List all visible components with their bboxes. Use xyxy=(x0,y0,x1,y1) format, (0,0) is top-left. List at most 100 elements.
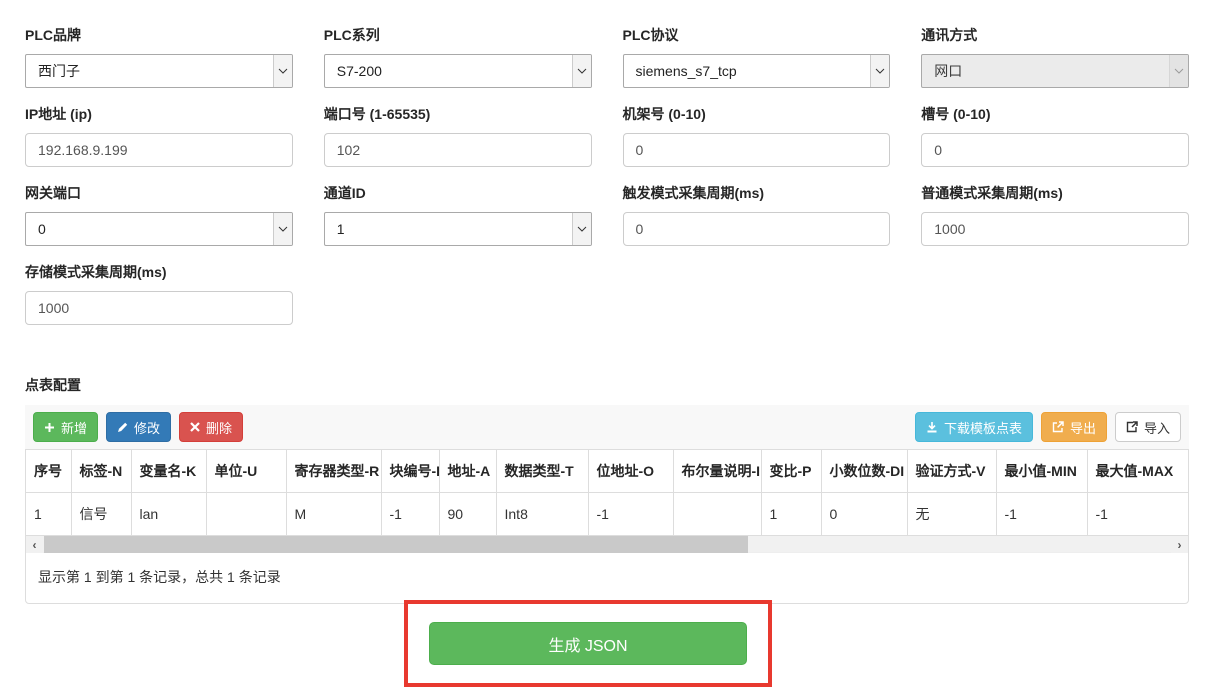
chevron-down-icon xyxy=(572,55,591,87)
table-cell: 0 xyxy=(821,493,907,536)
ip-address-input[interactable] xyxy=(25,133,293,167)
import-button[interactable]: 导入 xyxy=(1115,412,1181,442)
plc-brand-label: PLC品牌 xyxy=(25,23,293,54)
pencil-icon xyxy=(117,422,128,433)
scroll-left-icon[interactable]: ‹ xyxy=(26,536,43,553)
table-cell: 1 xyxy=(761,493,821,536)
slot-number-input[interactable] xyxy=(921,133,1189,167)
port-input[interactable] xyxy=(324,133,592,167)
delete-button[interactable]: 删除 xyxy=(179,412,243,442)
point-table-title: 点表配置 xyxy=(25,375,1189,395)
column-header[interactable]: 块编号-B xyxy=(381,450,439,493)
field-port: 端口号 (1-65535) xyxy=(324,102,592,167)
table-cell: 信号 xyxy=(71,493,131,536)
rack-number-input[interactable] xyxy=(623,133,891,167)
normal-cycle-label: 普通模式采集周期(ms) xyxy=(921,181,1189,212)
import-icon xyxy=(1126,421,1138,433)
table-cell: 1 xyxy=(26,493,71,536)
generate-json-button[interactable]: 生成 JSON xyxy=(429,622,747,665)
comm-mode-label: 通讯方式 xyxy=(921,23,1189,54)
field-trigger-cycle: 触发模式采集周期(ms) xyxy=(623,181,891,246)
table-cell: 90 xyxy=(439,493,496,536)
field-slot-number: 槽号 (0-10) xyxy=(921,102,1189,167)
pagination-info: 显示第 1 到第 1 条记录，总共 1 条记录 xyxy=(26,553,1188,603)
plus-icon xyxy=(44,422,55,433)
field-normal-cycle: 普通模式采集周期(ms) xyxy=(921,181,1189,246)
table-row[interactable]: 1信号lanM-190Int8-110无-1-1 xyxy=(26,493,1188,536)
chevron-down-icon xyxy=(1169,55,1188,87)
normal-cycle-input[interactable] xyxy=(921,212,1189,246)
field-storage-cycle: 存储模式采集周期(ms) xyxy=(25,260,293,325)
table-cell: M xyxy=(286,493,381,536)
column-header[interactable]: 最大值-MAX xyxy=(1087,450,1188,493)
ip-address-label: IP地址 (ip) xyxy=(25,102,293,133)
column-header[interactable]: 最小值-MIN xyxy=(996,450,1087,493)
plc-config-form: PLC品牌 西门子 PLC系列 S7-200 PLC协议 siemens_s7_… xyxy=(25,23,1189,339)
column-header[interactable]: 地址-A xyxy=(439,450,496,493)
chevron-down-icon xyxy=(572,213,591,245)
channel-id-label: 通道ID xyxy=(324,181,592,212)
table-cell: Int8 xyxy=(496,493,588,536)
comm-mode-select: 网口 xyxy=(921,54,1189,88)
chevron-down-icon xyxy=(870,55,889,87)
plc-series-label: PLC系列 xyxy=(324,23,592,54)
table-body: 1信号lanM-190Int8-110无-1-1 xyxy=(26,493,1188,536)
field-gateway-port: 网关端口 0 xyxy=(25,181,293,246)
download-template-button[interactable]: 下载模板点表 xyxy=(915,412,1033,442)
column-header[interactable]: 验证方式-V xyxy=(907,450,996,493)
table-cell: -1 xyxy=(996,493,1087,536)
plc-protocol-label: PLC协议 xyxy=(623,23,891,54)
column-header[interactable]: 变比-P xyxy=(761,450,821,493)
scroll-right-icon[interactable]: › xyxy=(1171,536,1188,553)
point-table: 序号标签-N变量名-K单位-U寄存器类型-R块编号-B地址-A数据类型-T位地址… xyxy=(26,450,1188,536)
storage-cycle-label: 存储模式采集周期(ms) xyxy=(25,260,293,291)
edit-button[interactable]: 修改 xyxy=(106,412,171,442)
field-plc-brand: PLC品牌 西门子 xyxy=(25,23,293,88)
table-cell: 无 xyxy=(907,493,996,536)
column-header[interactable]: 小数位数-DI xyxy=(821,450,907,493)
red-annotation-box: 生成 JSON xyxy=(404,600,772,687)
table-cell: lan xyxy=(131,493,206,536)
chevron-down-icon xyxy=(273,213,292,245)
toolbar-right-group: 下载模板点表 导出 导入 xyxy=(915,412,1181,442)
bottom-section: 生成 JSON xyxy=(25,600,1189,695)
plc-config-page: PLC品牌 西门子 PLC系列 S7-200 PLC协议 siemens_s7_… xyxy=(0,0,1214,695)
column-header[interactable]: 变量名-K xyxy=(131,450,206,493)
field-comm-mode: 通讯方式 网口 xyxy=(921,23,1189,88)
channel-id-select[interactable]: 1 xyxy=(324,212,592,246)
field-ip-address: IP地址 (ip) xyxy=(25,102,293,167)
column-header[interactable]: 序号 xyxy=(26,450,71,493)
chevron-down-icon xyxy=(273,55,292,87)
table-cell: -1 xyxy=(588,493,673,536)
rack-number-label: 机架号 (0-10) xyxy=(623,102,891,133)
field-plc-protocol: PLC协议 siemens_s7_tcp xyxy=(623,23,891,88)
storage-cycle-input[interactable] xyxy=(25,291,293,325)
table-cell: -1 xyxy=(1087,493,1188,536)
trigger-cycle-input[interactable] xyxy=(623,212,891,246)
column-header[interactable]: 寄存器类型-R xyxy=(286,450,381,493)
table-cell xyxy=(673,493,761,536)
export-icon xyxy=(1052,421,1064,433)
port-label: 端口号 (1-65535) xyxy=(324,102,592,133)
column-header[interactable]: 位地址-O xyxy=(588,450,673,493)
plc-brand-select[interactable]: 西门子 xyxy=(25,54,293,88)
field-channel-id: 通道ID 1 xyxy=(324,181,592,246)
table-header-row: 序号标签-N变量名-K单位-U寄存器类型-R块编号-B地址-A数据类型-T位地址… xyxy=(26,450,1188,493)
plc-series-select[interactable]: S7-200 xyxy=(324,54,592,88)
gateway-port-select[interactable]: 0 xyxy=(25,212,293,246)
horizontal-scrollbar[interactable]: ‹ › xyxy=(26,536,1188,553)
plc-protocol-select[interactable]: siemens_s7_tcp xyxy=(623,54,891,88)
export-button[interactable]: 导出 xyxy=(1041,412,1107,442)
column-header[interactable]: 单位-U xyxy=(206,450,286,493)
table-cell xyxy=(206,493,286,536)
trigger-cycle-label: 触发模式采集周期(ms) xyxy=(623,181,891,212)
scrollbar-thumb[interactable] xyxy=(44,536,748,553)
table-cell: -1 xyxy=(381,493,439,536)
column-header[interactable]: 布尔量说明-I xyxy=(673,450,761,493)
point-table-viewport: 序号标签-N变量名-K单位-U寄存器类型-R块编号-B地址-A数据类型-T位地址… xyxy=(26,450,1188,536)
column-header[interactable]: 标签-N xyxy=(71,450,131,493)
slot-number-label: 槽号 (0-10) xyxy=(921,102,1189,133)
add-button[interactable]: 新增 xyxy=(33,412,98,442)
gateway-port-label: 网关端口 xyxy=(25,181,293,212)
column-header[interactable]: 数据类型-T xyxy=(496,450,588,493)
